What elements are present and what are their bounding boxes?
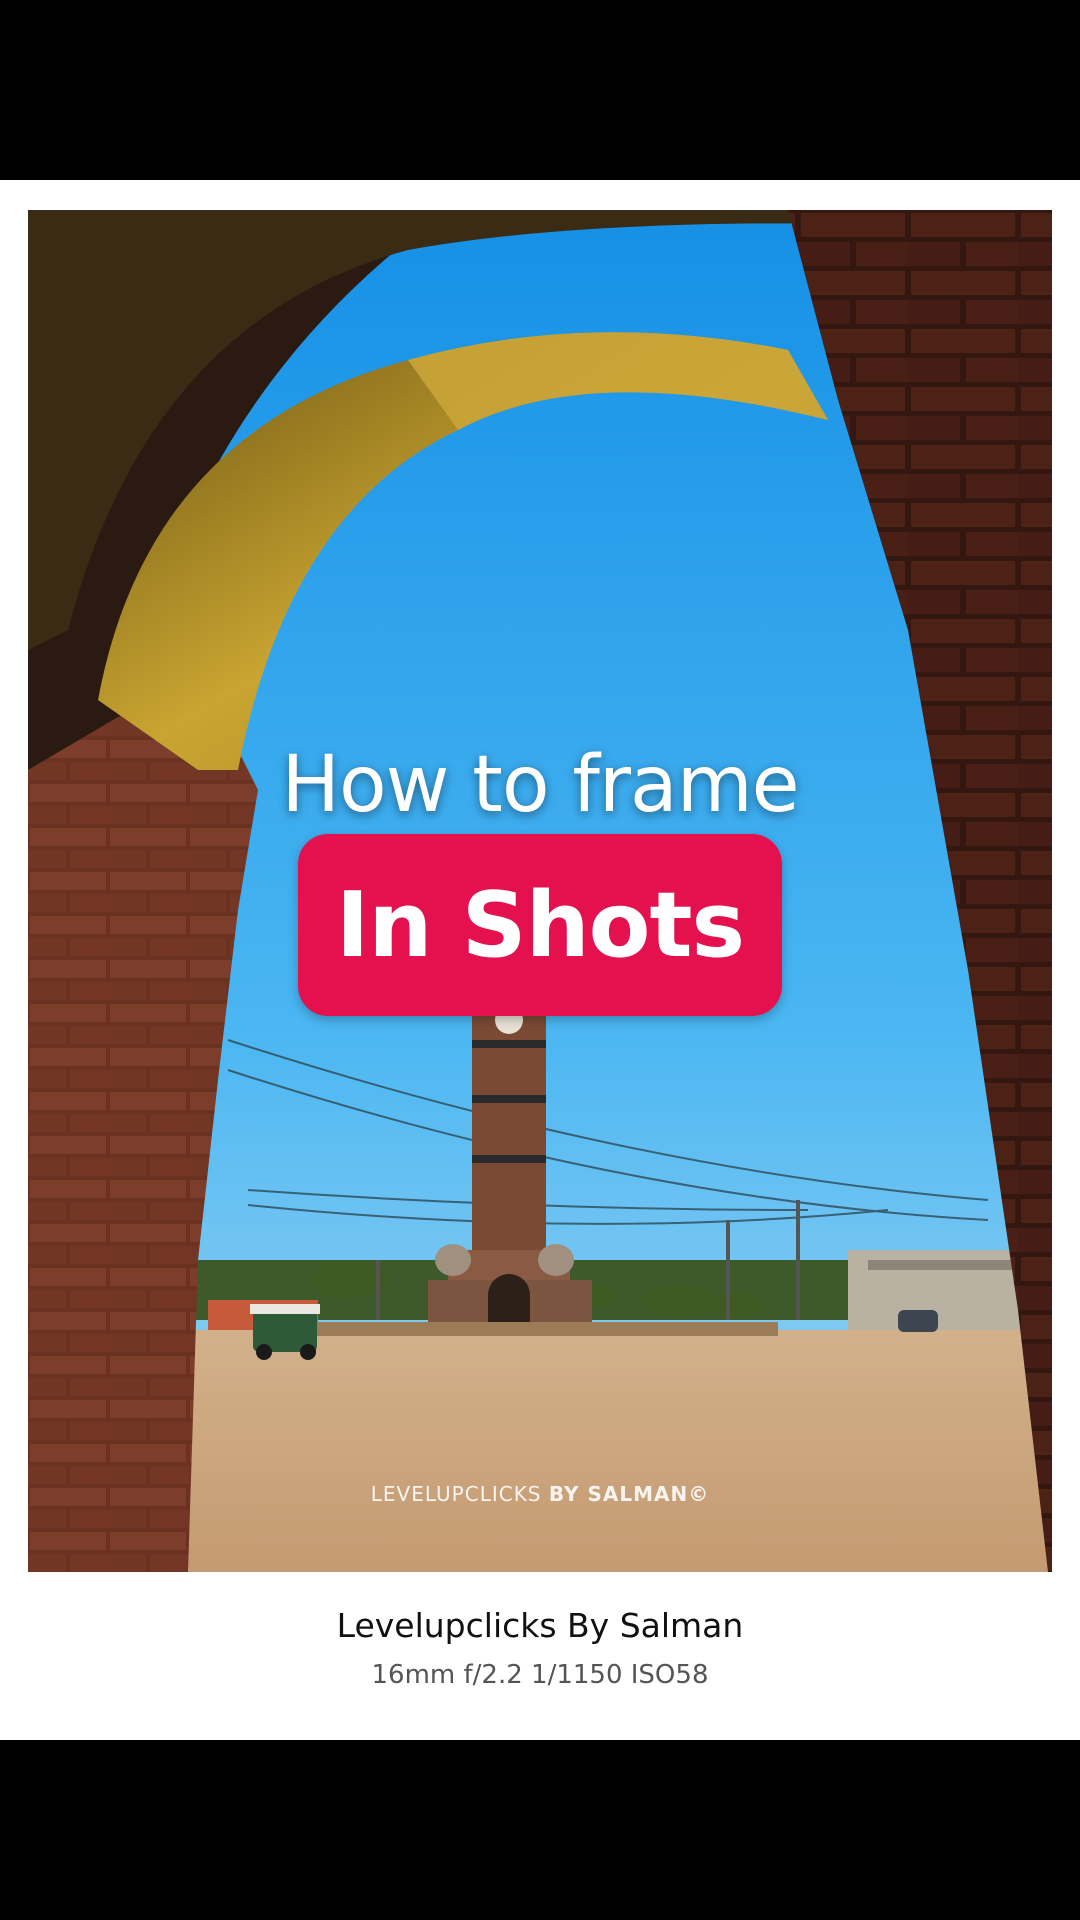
camera-info: 16mm f/2.2 1/1150 ISO58 xyxy=(371,1660,709,1690)
photo-watermark: LEVELUPCLICKS BY SALMAN© xyxy=(0,1482,1080,1506)
top-letterbox xyxy=(0,0,1080,180)
highlight-text: In Shots xyxy=(335,872,745,978)
watermark-left: LEVELUPCLICKS xyxy=(370,1482,542,1506)
watermark-right: BY SALMAN© xyxy=(548,1482,710,1506)
headline-text: How to frame xyxy=(281,740,799,830)
author-name[interactable]: Levelupclicks By Salman xyxy=(0,1606,1080,1645)
bottom-letterbox xyxy=(0,1740,1080,1920)
highlight-pill: In Shots xyxy=(298,834,782,1016)
